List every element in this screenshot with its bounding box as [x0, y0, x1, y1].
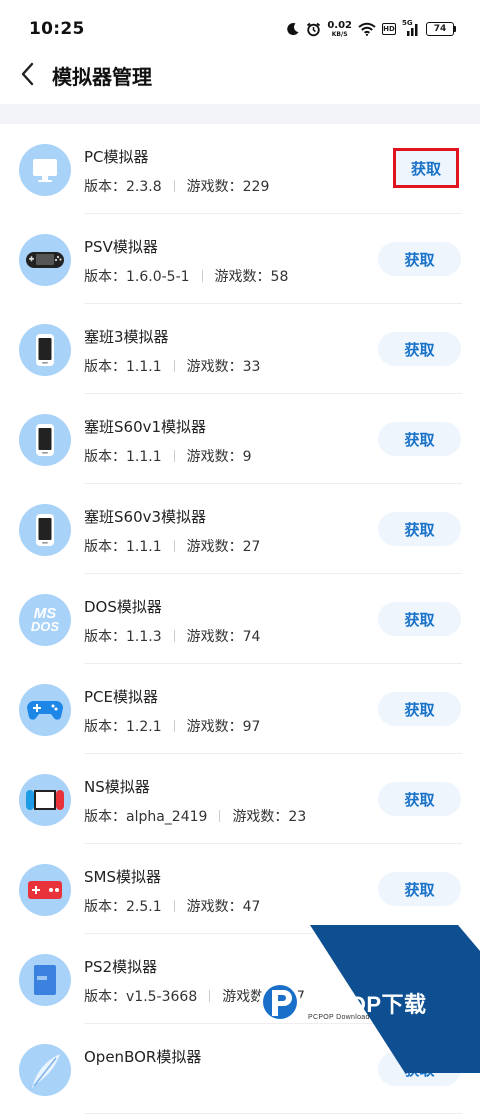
- emulator-name: 塞班S60v3模拟器: [84, 508, 207, 526]
- get-button[interactable]: 获取: [378, 332, 461, 366]
- signal-label: 5G: [402, 19, 413, 27]
- battery-icon: 74: [426, 22, 456, 36]
- feather-icon: [19, 1044, 71, 1096]
- status-icons: 0.02 KB/S HD 5G 74: [286, 17, 456, 41]
- switch-console-icon: [19, 774, 71, 826]
- emulator-meta: 版本：2.3.8 游戏数：229: [84, 176, 269, 196]
- emulator-name: 塞班S60v1模拟器: [84, 418, 207, 436]
- get-button[interactable]: 获取: [378, 782, 461, 816]
- net-speed-unit: KB/S: [331, 30, 348, 38]
- hd-badge: HD: [382, 23, 396, 35]
- ps2-disc-case-icon: [19, 954, 71, 1006]
- get-button[interactable]: 获取: [378, 692, 461, 726]
- list-item: NS模拟器版本：alpha_2419 游戏数：23 获取: [0, 754, 480, 844]
- meta-divider: [219, 810, 221, 822]
- status-time: 10:25: [29, 19, 85, 39]
- emulator-name: 塞班3模拟器: [84, 328, 169, 346]
- meta-divider: [173, 360, 175, 372]
- list-item: MS DOS DOS模拟器 版本：1.1.3 游戏数：74 获取: [0, 574, 480, 664]
- meta-divider: [201, 270, 203, 282]
- emulator-version: 版本：2.3.8: [84, 179, 162, 195]
- emulator-name: PSV模拟器: [84, 238, 158, 256]
- emulator-meta: 版本：2.5.1 游戏数：47: [84, 896, 260, 916]
- emulator-game-count: 游戏数：97: [186, 719, 261, 735]
- emulator-version: 版本：1.1.1: [84, 359, 162, 375]
- get-button[interactable]: 获取: [378, 242, 461, 276]
- watermark-sub: PCPOP Download: [308, 1014, 370, 1021]
- emulator-game-count: 游戏数：74: [186, 629, 261, 645]
- net-speed-value: 0.02: [327, 19, 352, 31]
- battery-level: 74: [426, 22, 454, 36]
- emulator-name: NS模拟器: [84, 778, 150, 796]
- chevron-left-icon: [21, 62, 34, 86]
- phone-icon: [19, 414, 71, 466]
- emulator-version: 版本：v1.5-3668: [84, 989, 198, 1005]
- wifi-icon: [358, 22, 376, 36]
- back-button[interactable]: [12, 58, 44, 90]
- list-item: PCE模拟器 版本：1.2.1 游戏数：97 获取: [0, 664, 480, 754]
- ms-dos-icon: MS DOS: [19, 594, 71, 646]
- get-button[interactable]: 获取: [378, 872, 461, 906]
- phone-icon: [19, 504, 71, 556]
- emulator-name: DOS模拟器: [84, 598, 162, 616]
- meta-divider: [209, 990, 211, 1002]
- emulator-version: 版本：1.1.1: [84, 449, 162, 465]
- list-item: PC模拟器版本：2.3.8 游戏数：229 获取: [0, 124, 480, 214]
- meta-divider: [173, 450, 175, 462]
- list-item: PSV模拟器版本：1.6.0-5-1 游戏数：58 获取: [0, 214, 480, 304]
- emulator-name: OpenBOR模拟器: [84, 1048, 202, 1066]
- meta-divider: [173, 180, 175, 192]
- emulator-version: 版本：1.1.1: [84, 539, 162, 555]
- meta-divider: [173, 630, 175, 642]
- alarm-icon: [306, 22, 321, 37]
- emulator-game-count: 游戏数：58: [214, 269, 289, 285]
- emulator-version: 版本：1.1.3: [84, 629, 162, 645]
- emulator-meta: 版本：1.1.1 游戏数：9: [84, 446, 252, 466]
- list-item: 塞班S60v1模拟器 版本：1.1.1 游戏数：9 获取: [0, 394, 480, 484]
- emulator-version: 版本：1.6.0-5-1: [84, 269, 190, 285]
- emulator-meta: 版本：alpha_2419 游戏数：23: [84, 806, 306, 826]
- page-title: 模拟器管理: [52, 65, 152, 89]
- emulator-name: SMS模拟器: [84, 868, 161, 886]
- emulator-version: 版本：alpha_2419: [84, 809, 208, 825]
- retro-controller-icon: [19, 864, 71, 916]
- emulator-meta: 版本：1.1.1 游戏数：27: [84, 536, 260, 556]
- emulator-name: PCE模拟器: [84, 688, 158, 706]
- get-button[interactable]: 获取: [378, 602, 461, 636]
- get-button[interactable]: 获取: [378, 422, 461, 456]
- signal-icon: 5G: [402, 19, 420, 36]
- emulator-name: PS2模拟器: [84, 958, 158, 976]
- meta-divider: [173, 720, 175, 732]
- emulator-name: PC模拟器: [84, 148, 149, 166]
- get-button[interactable]: 获取: [393, 148, 459, 188]
- emulator-version: 版本：1.2.1: [84, 719, 162, 735]
- pcpop-logo-icon: [259, 981, 301, 1023]
- meta-divider: [173, 900, 175, 912]
- ms-dos-bottom: DOS: [30, 618, 60, 634]
- emulator-meta: 版本：1.1.1 游戏数：33: [84, 356, 260, 376]
- list-item: 塞班3模拟器 版本：1.1.1 游戏数：33 获取: [0, 304, 480, 394]
- emulator-game-count: 游戏数：27: [186, 539, 261, 555]
- section-divider: [0, 104, 480, 124]
- emulator-meta: 版本：1.6.0-5-1 游戏数：58: [84, 266, 288, 286]
- meta-divider: [173, 540, 175, 552]
- moon-icon: [286, 22, 300, 36]
- list-item: SMS模拟器 版本：2.5.1 游戏数：47 获取: [0, 844, 480, 934]
- get-button[interactable]: 获取: [378, 512, 461, 546]
- emulator-meta: 版本：1.1.3 游戏数：74: [84, 626, 260, 646]
- emulator-meta: 版本：1.2.1 游戏数：97: [84, 716, 260, 736]
- emulator-game-count: 游戏数：33: [186, 359, 261, 375]
- net-speed: 0.02 KB/S: [327, 19, 352, 38]
- phone-icon: [19, 324, 71, 376]
- list-item: 塞班S60v3模拟器 版本：1.1.1 游戏数：27 获取: [0, 484, 480, 574]
- emulator-game-count: 游戏数：47: [186, 899, 261, 915]
- emulator-game-count: 游戏数：229: [186, 179, 270, 195]
- handheld-console-icon: [19, 234, 71, 286]
- emulator-game-count: 游戏数：23: [232, 809, 307, 825]
- emulator-version: 版本：2.5.1: [84, 899, 162, 915]
- emulator-game-count: 游戏数：9: [186, 449, 252, 465]
- monitor-icon: [19, 144, 71, 196]
- gamepad-icon: [19, 684, 71, 736]
- header: 模拟器管理: [0, 50, 480, 102]
